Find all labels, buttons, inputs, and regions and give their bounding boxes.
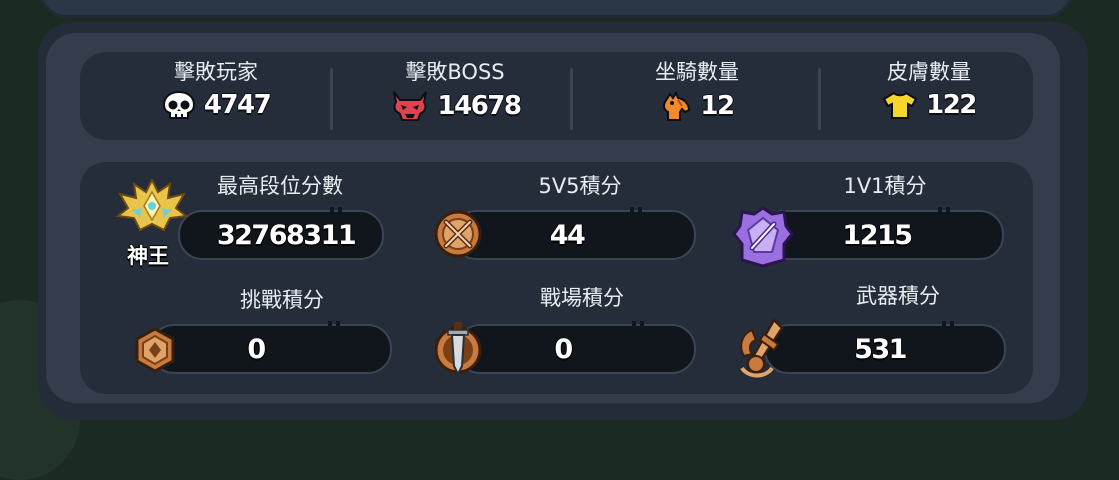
1v1-score-bar: 1215 <box>760 207 1004 260</box>
shirt-icon <box>882 91 918 119</box>
score-label: 戰場積分 <box>540 286 624 310</box>
stat-players-defeated: 擊敗玩家 4747 <box>116 60 316 120</box>
challenge-score-bar: 0 <box>150 321 392 374</box>
5v5-score-bar: 44 <box>452 207 696 260</box>
weapon-emblem-icon <box>740 317 784 378</box>
stat-skins: 皮膚數量 122 <box>829 60 1029 120</box>
stat-label: 坐騎數量 <box>655 60 739 84</box>
divider <box>330 68 333 130</box>
god-king-rank-emblem-icon <box>115 178 189 232</box>
stat-label: 擊敗玩家 <box>174 60 258 84</box>
stat-label: 擊敗BOSS <box>405 60 505 84</box>
score-value: 0 <box>554 333 573 365</box>
score-label: 最高段位分數 <box>217 174 343 198</box>
score-value: 44 <box>549 219 586 251</box>
divider <box>818 68 821 130</box>
rank-score-bar: 32768311 <box>178 207 384 260</box>
stat-value: 12 <box>700 91 735 121</box>
score-label: 武器積分 <box>856 284 940 308</box>
battlefield-score-bar: 0 <box>456 321 696 374</box>
top-panel <box>38 0 1074 18</box>
score-value: 0 <box>247 333 266 365</box>
stat-mounts: 坐騎數量 12 <box>597 60 797 122</box>
stat-value: 14678 <box>437 91 522 121</box>
stat-label: 皮膚數量 <box>887 60 971 84</box>
demon-skull-icon <box>392 91 427 121</box>
divider <box>570 68 573 130</box>
stat-value: 122 <box>926 90 977 120</box>
sword-shield-icon <box>434 322 482 377</box>
purple-rank-emblem-icon <box>732 206 794 268</box>
weapon-score-bar: 531 <box>764 321 1006 374</box>
skull-icon <box>162 90 195 119</box>
rank-name: 神王 <box>127 244 169 268</box>
score-value: 531 <box>854 333 907 365</box>
stat-value: 4747 <box>203 90 272 120</box>
horse-icon <box>663 90 691 121</box>
score-value: 1215 <box>842 219 913 251</box>
hexagon-badge-icon <box>135 327 175 373</box>
score-value: 32768311 <box>216 219 357 251</box>
stat-bosses-defeated: 擊敗BOSS 14678 <box>355 60 555 122</box>
score-label: 挑戰積分 <box>240 288 324 312</box>
crossed-swords-shield-icon <box>434 210 482 258</box>
score-label: 5V5積分 <box>538 174 622 198</box>
score-label: 1V1積分 <box>843 174 927 198</box>
